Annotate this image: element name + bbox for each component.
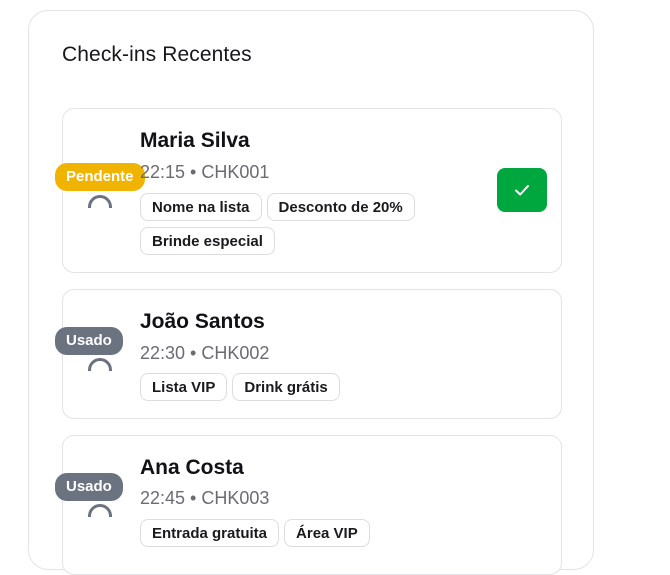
- benefit-tag: Entrada gratuita: [140, 519, 280, 547]
- benefit-tag: Drink grátis: [232, 373, 340, 401]
- status-badge: Usado: [55, 327, 123, 355]
- checkin-card: Usado João Santos 22:30 • CHK002 Lista V…: [55, 289, 562, 419]
- benefit-tag: Lista VIP: [140, 373, 228, 401]
- recent-checkins-panel: Check-ins Recentes Pendente Maria Silva …: [28, 10, 594, 575]
- ticket-icon: [88, 358, 112, 371]
- status-badge: Usado: [55, 473, 123, 501]
- benefit-tags: Nome na lista Desconto de 20% Brinde esp…: [140, 193, 460, 255]
- guest-name: Ana Costa: [140, 456, 244, 479]
- benefit-tag: Desconto de 20%: [266, 193, 415, 221]
- benefit-tag: Brinde especial: [140, 227, 275, 255]
- benefit-tags: Lista VIP Drink grátis: [140, 373, 460, 401]
- ticket-icon: [88, 504, 112, 517]
- benefit-tag: Nome na lista: [140, 193, 262, 221]
- check-icon: [515, 185, 529, 196]
- checkin-meta: 22:30 • CHK002: [140, 343, 270, 363]
- status-badge: Pendente: [55, 163, 145, 191]
- benefit-tag: Área VIP: [284, 519, 370, 547]
- guest-name: João Santos: [140, 310, 265, 333]
- ticket-icon: [88, 195, 112, 208]
- guest-name: Maria Silva: [140, 129, 250, 152]
- checkin-card: Usado Ana Costa 22:45 • CHK003 Entrada g…: [55, 435, 562, 575]
- confirm-checkin-button[interactable]: [497, 168, 547, 212]
- checkin-meta: 22:15 • CHK001: [140, 162, 270, 182]
- panel-title: Check-ins Recentes: [62, 43, 252, 66]
- checkin-meta: 22:45 • CHK003: [140, 488, 270, 508]
- checkin-card: Pendente Maria Silva 22:15 • CHK001 Nome…: [55, 108, 562, 273]
- benefit-tags: Entrada gratuita Área VIP: [140, 519, 460, 547]
